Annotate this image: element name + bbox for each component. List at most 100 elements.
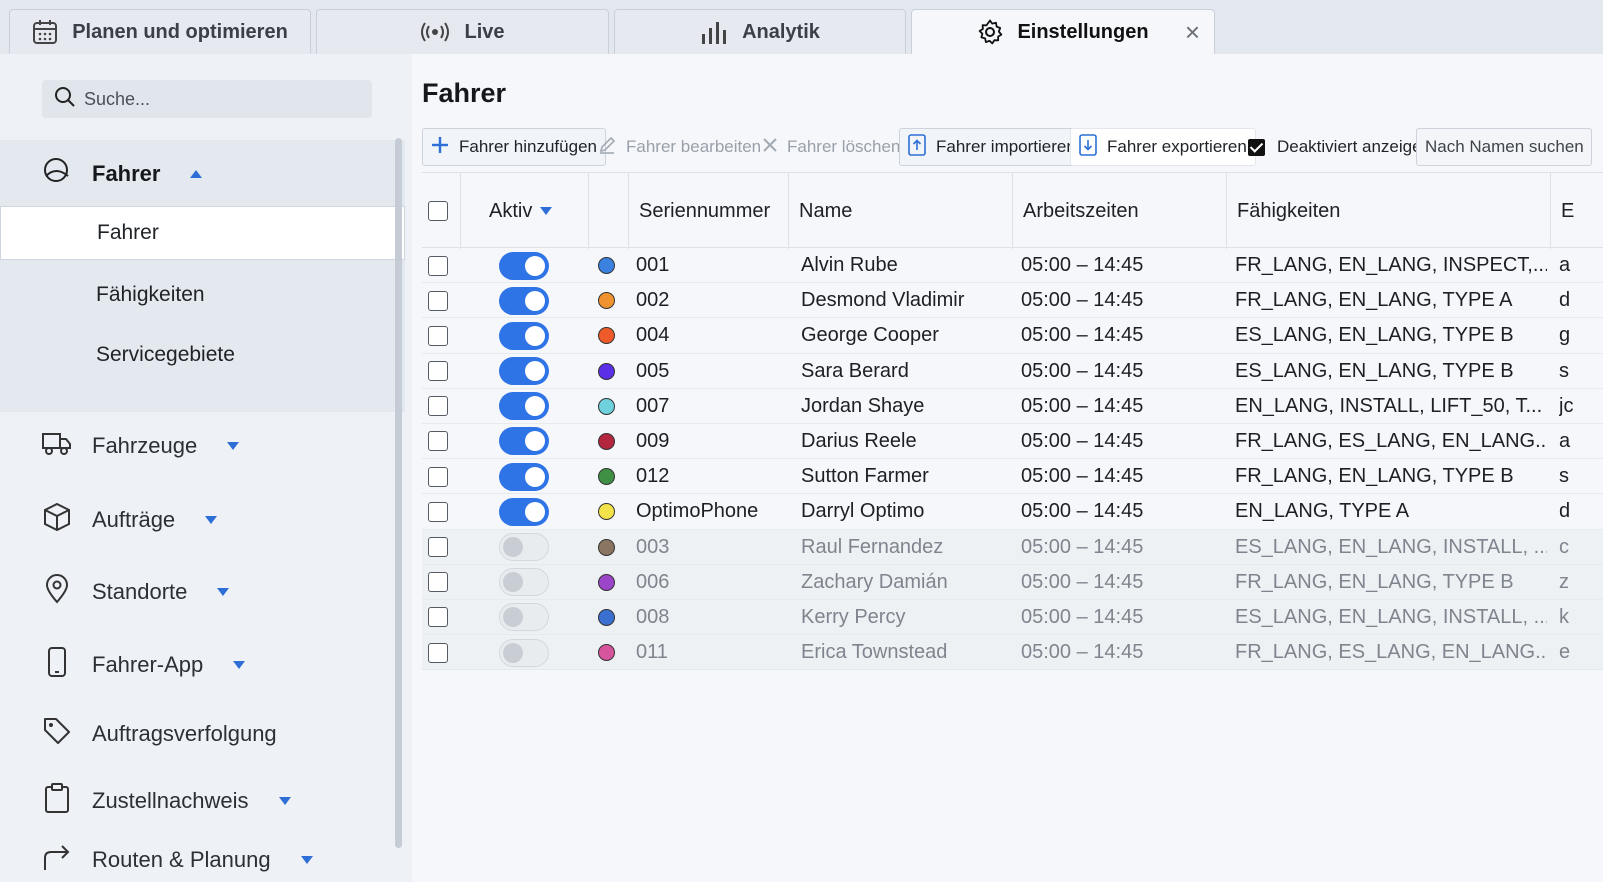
sidebar-section-fahrer-app[interactable]: Fahrer-App: [42, 646, 246, 684]
row-checkbox[interactable]: [428, 537, 448, 557]
table-row[interactable]: 004 George Cooper 05:00 – 14:45 ES_LANG, EN…: [422, 318, 1603, 354]
column-header-serial[interactable]: Seriennummer: [628, 173, 788, 249]
column-header-name[interactable]: Name: [788, 173, 1012, 249]
active-toggle[interactable]: [499, 603, 549, 632]
row-checkbox[interactable]: [428, 361, 448, 382]
skills-cell: FR_LANG, EN_LANG, INSPECT,...: [1235, 254, 1547, 276]
extra-cell: s: [1559, 465, 1569, 488]
close-icon[interactable]: ×: [1185, 19, 1200, 45]
row-checkbox[interactable]: [428, 290, 448, 311]
column-header-extra[interactable]: E: [1550, 173, 1603, 249]
column-header-skills[interactable]: Fähigkeiten: [1226, 173, 1550, 249]
table-row[interactable]: 011 Erica Townstead 05:00 – 14:45 FR_LANG, …: [422, 635, 1603, 671]
row-checkbox[interactable]: [428, 501, 448, 522]
driver-color-dot: [598, 644, 615, 662]
name-cell: George Cooper: [801, 324, 939, 347]
toggle-knob: [503, 607, 523, 628]
sidebar-scrollbar[interactable]: [395, 138, 402, 848]
row-select-cell: [428, 635, 458, 670]
table-row[interactable]: 008 Kerry Percy 05:00 – 14:45 ES_LANG, EN_L…: [422, 599, 1603, 636]
table-row[interactable]: OptimoPhone Darryl Optimo 05:00 – 14:45 EN_…: [422, 494, 1603, 530]
sidebar-item-servicegebiete[interactable]: Servicegebiete: [0, 328, 405, 382]
name-cell: Desmond Vladimir: [801, 289, 965, 312]
table-row[interactable]: 009 Darius Reele 05:00 – 14:45 FR_LANG, ES_…: [422, 424, 1603, 460]
column-header-aktiv[interactable]: Aktiv: [460, 173, 588, 249]
name-cell: Raul Fernandez: [801, 535, 944, 558]
name-search-input[interactable]: [1425, 137, 1590, 157]
sidebar-section-auftragsverfolgung[interactable]: Auftragsverfolgung: [42, 716, 277, 752]
checkbox-checked-icon[interactable]: [1248, 138, 1265, 156]
skills-cell: EN_LANG, INSTALL, LIFT_50, T...: [1235, 394, 1543, 417]
row-checkbox[interactable]: [428, 325, 448, 346]
column-header-hours[interactable]: Arbeitszeiten: [1012, 173, 1226, 249]
active-toggle[interactable]: [499, 427, 549, 456]
active-toggle[interactable]: [499, 286, 549, 315]
sidebar-section-zustellnachweis[interactable]: Zustellnachweis: [42, 782, 291, 820]
sidebar-search[interactable]: [42, 80, 372, 118]
toggle-knob: [525, 501, 545, 522]
column-header-color: [588, 173, 628, 249]
row-checkbox[interactable]: [428, 642, 448, 663]
export-driver-button[interactable]: Fahrer exportieren: [1070, 128, 1256, 166]
toggle-knob: [525, 466, 545, 487]
table-row[interactable]: 002 Desmond Vladimir 05:00 – 14:45 FR_LANG,…: [422, 283, 1603, 319]
row-checkbox[interactable]: [428, 572, 448, 593]
sidebar-section-fahrzeuge[interactable]: Fahrzeuge: [42, 430, 240, 462]
delete-driver-button[interactable]: Fahrer löschen: [755, 128, 908, 166]
active-toggle[interactable]: [499, 462, 549, 491]
sidebar-section-fahrer[interactable]: Fahrer: [42, 156, 203, 192]
tab-einstellungen[interactable]: Einstellungen ×: [911, 9, 1215, 54]
table-row[interactable]: 012 Sutton Farmer 05:00 – 14:45 FR_LANG, EN…: [422, 459, 1603, 495]
skills-cell: FR_LANG, ES_LANG, EN_LANG...: [1235, 641, 1547, 664]
extra-cell: jc: [1559, 394, 1574, 417]
row-checkbox[interactable]: [428, 396, 448, 417]
active-toggle[interactable]: [499, 392, 549, 421]
serial-cell: 006: [636, 570, 670, 593]
table-row[interactable]: 006 Zachary Damián 05:00 – 14:45 FR_LANG, E…: [422, 564, 1603, 600]
table-row[interactable]: 007 Jordan Shaye 05:00 – 14:45 EN_LANG, INS…: [422, 389, 1603, 424]
color-cell: [598, 248, 622, 283]
table-header: Aktiv Seriennummer Name Arbeitszeiten Fä…: [422, 172, 1603, 249]
sidebar-item-faehigkeiten[interactable]: Fähigkeiten: [0, 268, 405, 322]
table-row[interactable]: 005 Sara Berard 05:00 – 14:45 ES_LANG, EN_L…: [422, 354, 1603, 389]
tab-analytik[interactable]: Analytik: [614, 9, 906, 54]
sidebar-section-routen[interactable]: Routen & Planung: [42, 842, 313, 878]
row-checkbox[interactable]: [428, 466, 448, 487]
sidebar-item-fahrer[interactable]: Fahrer: [0, 206, 405, 260]
sidebar-item-label: Fahrer: [97, 221, 159, 244]
row-select-cell: [428, 459, 458, 494]
toggle-knob: [525, 361, 545, 382]
name-cell: Jordan Shaye: [801, 394, 925, 417]
row-checkbox[interactable]: [428, 607, 448, 628]
active-toggle[interactable]: [499, 568, 549, 597]
truck-icon: [42, 430, 72, 462]
search-input[interactable]: [84, 88, 354, 110]
sidebar-section-auftraege[interactable]: Aufträge: [42, 502, 218, 538]
name-search-field[interactable]: [1416, 128, 1592, 166]
tab-live[interactable]: Live: [316, 9, 609, 54]
add-driver-button[interactable]: Fahrer hinzufügen: [422, 128, 606, 166]
table-row[interactable]: 003 Raul Fernandez 05:00 – 14:45 ES_LANG, E…: [422, 529, 1603, 565]
row-checkbox[interactable]: [428, 255, 448, 276]
driver-color-dot: [598, 608, 615, 626]
table-row[interactable]: 001 Alvin Rube 05:00 – 14:45 FR_LANG, EN_LA…: [422, 248, 1603, 284]
import-driver-button[interactable]: Fahrer importieren: [899, 128, 1085, 166]
sidebar-section-standorte[interactable]: Standorte: [42, 574, 230, 610]
select-all-checkbox[interactable]: [428, 201, 448, 221]
row-checkbox[interactable]: [428, 431, 448, 452]
tab-planen[interactable]: Planen und optimieren: [9, 9, 311, 54]
driver-color-dot: [598, 503, 615, 521]
show-disabled-checkbox[interactable]: Deaktiviert anzeigen: [1248, 128, 1431, 166]
active-toggle[interactable]: [499, 357, 549, 386]
active-toggle[interactable]: [499, 638, 549, 667]
active-toggle[interactable]: [499, 533, 549, 561]
active-toggle[interactable]: [499, 497, 549, 526]
extra-cell: k: [1559, 605, 1569, 628]
active-toggle[interactable]: [499, 321, 549, 350]
hours-cell: 05:00 – 14:45: [1021, 429, 1144, 452]
edit-driver-button[interactable]: Fahrer bearbeiten: [590, 128, 769, 166]
sidebar-section-label: Standorte: [92, 579, 188, 604]
toggle-knob: [525, 325, 545, 346]
color-cell: [598, 389, 622, 424]
active-toggle[interactable]: [499, 251, 549, 280]
